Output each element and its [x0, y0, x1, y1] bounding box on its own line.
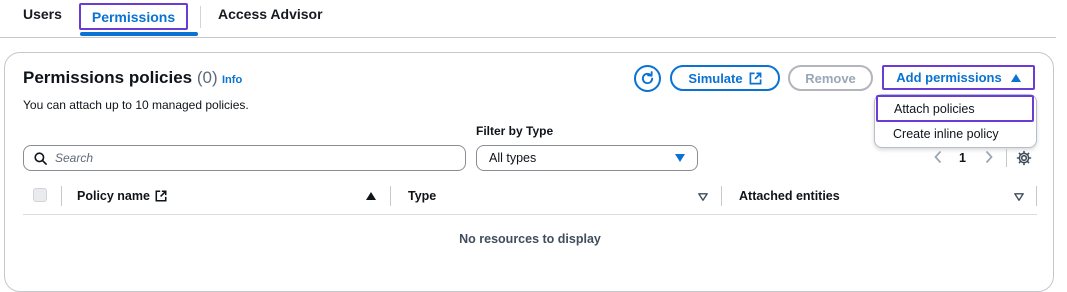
sort-ascending-icon[interactable]	[366, 192, 376, 200]
next-page-button[interactable]	[984, 150, 994, 167]
column-header-attached-entities[interactable]: Attached entities	[739, 189, 840, 203]
external-link-icon	[749, 72, 762, 84]
previous-page-button[interactable]	[933, 150, 943, 167]
simulate-label: Simulate	[688, 70, 743, 86]
select-all-checkbox[interactable]	[33, 188, 47, 202]
info-link[interactable]: Info	[222, 74, 242, 86]
table-header-rule	[23, 214, 1037, 215]
simulate-button[interactable]: Simulate	[670, 65, 780, 91]
caret-down-icon	[675, 154, 685, 162]
search-input[interactable]	[55, 151, 435, 165]
tab-divider	[200, 6, 201, 28]
column-header-policy-name[interactable]: Policy name	[77, 189, 167, 203]
column-divider	[390, 186, 391, 206]
gear-icon	[1016, 150, 1032, 166]
remove-button[interactable]: Remove	[788, 65, 873, 91]
policy-name-header-label: Policy name	[77, 189, 150, 203]
tab-users[interactable]: Users	[23, 6, 62, 22]
tab-access-advisor[interactable]: Access Advisor	[218, 6, 323, 22]
chevron-right-icon	[985, 150, 993, 164]
type-filter-value: All types	[489, 151, 537, 165]
search-field[interactable]	[23, 145, 466, 171]
sort-icon[interactable]	[698, 193, 708, 201]
column-header-type[interactable]: Type	[408, 189, 436, 203]
search-icon	[34, 151, 47, 165]
panel-title: Permissions policies (0)	[23, 68, 218, 88]
menu-item-attach-policies[interactable]: Attach policies	[876, 95, 1034, 122]
filter-by-type-label: Filter by Type	[476, 124, 554, 138]
column-divider	[1036, 186, 1037, 206]
current-page-number[interactable]: 1	[959, 151, 966, 165]
column-divider	[721, 186, 722, 206]
table-settings-button[interactable]	[1016, 150, 1032, 171]
tabs-bottom-rule	[0, 37, 1056, 38]
sort-icon[interactable]	[1014, 193, 1024, 201]
empty-state-message: No resources to display	[459, 232, 601, 246]
chevron-left-icon	[934, 150, 942, 164]
external-link-icon	[155, 190, 167, 202]
tab-permissions[interactable]: Permissions	[79, 3, 188, 30]
panel-description: You can attach up to 10 managed policies…	[23, 98, 249, 112]
pagination-divider	[1006, 149, 1007, 167]
refresh-button[interactable]	[634, 65, 661, 92]
refresh-icon	[641, 71, 654, 85]
panel-title-text: Permissions policies	[23, 68, 193, 87]
remove-label: Remove	[805, 70, 856, 86]
add-permissions-label: Add permissions	[896, 70, 1002, 85]
column-divider	[61, 186, 62, 206]
menu-item-create-inline-policy[interactable]: Create inline policy	[876, 123, 1051, 145]
tab-permissions-label: Permissions	[91, 8, 176, 25]
active-tab-indicator	[80, 32, 198, 36]
caret-up-icon	[1010, 73, 1021, 82]
add-permissions-button[interactable]: Add permissions	[882, 65, 1035, 90]
policy-count: (0)	[196, 68, 218, 87]
type-filter-select[interactable]: All types	[476, 145, 698, 171]
